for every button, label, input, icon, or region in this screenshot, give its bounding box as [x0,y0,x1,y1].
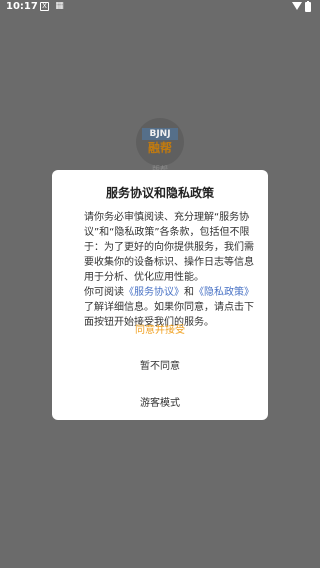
service-agreement-link[interactable]: 《服务协议》 [124,287,184,298]
privacy-policy-link[interactable]: 《隐私政策》 [194,287,254,298]
status-time: 10:17 [6,1,38,12]
wifi-icon [292,2,302,10]
privacy-dialog: 服务协议和隐私政策 请你务必审慎阅读、充分理解“服务协议”和“隐私政策”各条款，… [52,170,268,420]
logo-text-bottom: 融帮 [147,141,172,155]
paragraph-1-text: 请你务必审慎阅读、充分理解“服务协议”和“隐私政策”各条款，包括但不限于：为了更… [84,212,254,283]
battery-icon [305,1,311,12]
dialog-body: 请你务必审慎阅读、充分理解“服务协议”和“隐私政策”各条款，包括但不限于：为了更… [64,210,260,330]
paragraph-2-prefix: 你可阅读 [84,287,124,298]
logo-mark: BJNJ 融帮 [142,128,178,156]
guest-mode-button[interactable]: 游客模式 [52,394,268,409]
policy-paragraph-1: 请你务必审慎阅读、充分理解“服务协议”和“隐私政策”各条款，包括但不限于：为了更… [64,210,260,285]
agree-button[interactable]: 同意并接受 [52,321,268,336]
app-logo: BJNJ 融帮 [136,118,184,166]
status-bar: 10:17 X ▦ [0,0,320,14]
disagree-button[interactable]: 暂不同意 [52,357,268,372]
notification-x-icon: X [40,2,49,11]
and-text: 和 [184,287,194,298]
notification-grid-icon: ▦ [55,1,64,11]
dialog-title: 服务协议和隐私政策 [105,186,214,200]
logo-text-top: BJNJ [142,128,178,140]
